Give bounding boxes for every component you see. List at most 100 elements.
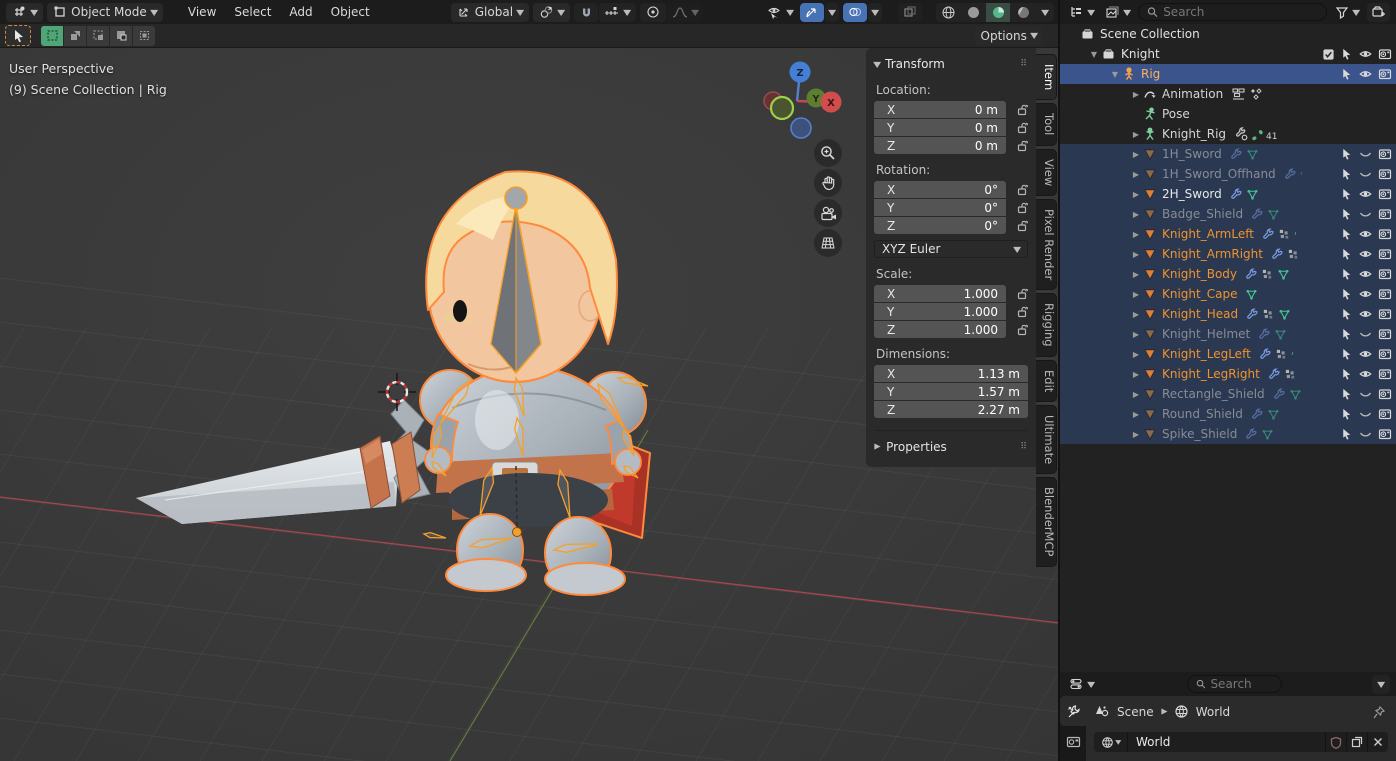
dimensions-y-field[interactable]: Y1.57 m bbox=[874, 383, 1028, 400]
selectable-toggle[interactable] bbox=[1340, 307, 1353, 321]
expand-chevron-icon[interactable]: ▶ bbox=[1129, 170, 1143, 179]
snap-toggle[interactable] bbox=[574, 3, 598, 22]
menu-object[interactable]: Object bbox=[324, 3, 377, 22]
hide-viewport-toggle[interactable] bbox=[1358, 227, 1373, 241]
properties-editor-type-button[interactable]: ▼ bbox=[1066, 675, 1097, 694]
options-dropdown[interactable]: Options ▼ bbox=[975, 26, 1043, 45]
toggle-ortho-button[interactable] bbox=[814, 229, 842, 257]
object-name[interactable]: Knight_LegRight bbox=[1162, 367, 1260, 381]
navigation-gizmo[interactable]: Z Y X bbox=[752, 52, 848, 148]
zoom-button[interactable] bbox=[814, 139, 842, 167]
gizmos-dropdown[interactable]: ▼ bbox=[825, 3, 839, 22]
object-name[interactable]: Animation bbox=[1162, 87, 1223, 101]
sidebar-tab-edit[interactable]: Edit bbox=[1036, 360, 1057, 402]
outliner-search-input[interactable] bbox=[1163, 5, 1318, 19]
selectable-toggle[interactable] bbox=[1340, 187, 1353, 201]
dimensions-z-field[interactable]: Z2.27 m bbox=[874, 401, 1028, 418]
expand-chevron-icon[interactable]: ▶ bbox=[1129, 190, 1143, 199]
hide-viewport-toggle[interactable] bbox=[1358, 267, 1373, 281]
hide-viewport-toggle[interactable] bbox=[1358, 347, 1373, 361]
hide-render-toggle[interactable] bbox=[1378, 47, 1392, 61]
hide-render-toggle[interactable] bbox=[1378, 407, 1392, 421]
hide-viewport-toggle[interactable] bbox=[1358, 167, 1373, 181]
world-browse-button[interactable]: ▼ bbox=[1094, 732, 1128, 752]
expand-chevron-icon[interactable]: ▶ bbox=[1129, 130, 1143, 139]
object-name[interactable]: Knight_ArmRight bbox=[1162, 247, 1263, 261]
expand-chevron-icon[interactable]: ▶ bbox=[1129, 250, 1143, 259]
editor-type-button[interactable]: ▼ bbox=[6, 3, 43, 22]
pin-icon[interactable] bbox=[1372, 705, 1386, 720]
object-name[interactable]: Round_Shield bbox=[1162, 407, 1243, 421]
selectable-toggle[interactable] bbox=[1340, 407, 1353, 421]
expand-chevron-icon[interactable]: ▼ bbox=[1108, 70, 1122, 79]
hide-viewport-toggle[interactable] bbox=[1358, 307, 1373, 321]
tab-tool[interactable] bbox=[1060, 696, 1086, 726]
rotation-y-field[interactable]: Y0° bbox=[874, 199, 1006, 216]
object-name[interactable]: Knight_Rig bbox=[1162, 127, 1226, 141]
selectable-toggle[interactable] bbox=[1340, 427, 1353, 441]
selectable-toggle[interactable] bbox=[1340, 387, 1353, 401]
viewport-3d[interactable]: ▼ Object Mode ▼ View Select Add Object G… bbox=[0, 0, 1060, 761]
object-name[interactable]: Rectangle_Shield bbox=[1162, 387, 1265, 401]
hide-render-toggle[interactable] bbox=[1378, 287, 1392, 301]
expand-chevron-icon[interactable]: ▼ bbox=[1087, 50, 1101, 59]
hide-render-toggle[interactable] bbox=[1378, 247, 1392, 261]
lock-toggle[interactable] bbox=[1006, 122, 1028, 134]
object-visibility-dropdown[interactable]: ▼ bbox=[764, 3, 796, 22]
tab-render[interactable] bbox=[1060, 726, 1086, 756]
hide-viewport-toggle[interactable] bbox=[1358, 47, 1373, 61]
hide-render-toggle[interactable] bbox=[1378, 167, 1392, 181]
selectable-toggle[interactable] bbox=[1340, 167, 1353, 181]
selectable-toggle[interactable] bbox=[1340, 267, 1353, 281]
pivot-point-dropdown[interactable]: ▼ bbox=[533, 3, 570, 22]
expand-chevron-icon[interactable]: ▶ bbox=[1129, 230, 1143, 239]
selectable-toggle[interactable] bbox=[1340, 327, 1353, 341]
outliner-row-knight-legleft[interactable]: ▶Knight_LegLeft bbox=[1060, 344, 1396, 364]
pan-button[interactable] bbox=[814, 169, 842, 197]
object-name[interactable]: Knight_Body bbox=[1162, 267, 1237, 281]
selectable-toggle[interactable] bbox=[1340, 287, 1353, 301]
hide-viewport-toggle[interactable] bbox=[1358, 407, 1373, 421]
hide-viewport-toggle[interactable] bbox=[1358, 367, 1373, 381]
expand-chevron-icon[interactable]: ▶ bbox=[1129, 410, 1143, 419]
hide-render-toggle[interactable] bbox=[1378, 387, 1392, 401]
object-name[interactable]: Knight_ArmLeft bbox=[1162, 227, 1254, 241]
sidebar-tab-item[interactable]: Item bbox=[1036, 54, 1057, 100]
hide-viewport-toggle[interactable] bbox=[1358, 187, 1373, 201]
selectable-toggle[interactable] bbox=[1340, 347, 1353, 361]
properties-search[interactable] bbox=[1187, 675, 1283, 693]
outliner-row-knight-rig[interactable]: ▶Knight_Rig41 bbox=[1060, 124, 1396, 144]
lock-toggle[interactable] bbox=[1006, 104, 1028, 116]
show-overlays-toggle[interactable] bbox=[843, 3, 867, 22]
rotation-mode-dropdown[interactable]: XYZ Euler ▼ bbox=[874, 240, 1028, 258]
hide-viewport-toggle[interactable] bbox=[1358, 147, 1373, 161]
hide-render-toggle[interactable] bbox=[1378, 307, 1392, 321]
panel-drag-dots[interactable]: ⠿ bbox=[1020, 442, 1028, 452]
selectable-toggle[interactable] bbox=[1340, 47, 1353, 61]
overlays-dropdown[interactable]: ▼ bbox=[868, 3, 882, 22]
unlink-button[interactable] bbox=[1367, 732, 1388, 752]
expand-chevron-icon[interactable]: ▶ bbox=[1129, 390, 1143, 399]
world-name-field[interactable]: World bbox=[1128, 732, 1325, 752]
new-datablock-button[interactable] bbox=[1346, 732, 1367, 752]
sidebar-tab-ultimate[interactable]: Ultimate bbox=[1036, 405, 1057, 474]
hide-render-toggle[interactable] bbox=[1378, 67, 1392, 81]
selectable-toggle[interactable] bbox=[1340, 207, 1353, 221]
lock-toggle[interactable] bbox=[1006, 306, 1028, 318]
object-name[interactable]: 2H_Sword bbox=[1162, 187, 1222, 201]
outliner-search[interactable] bbox=[1138, 3, 1327, 21]
hide-render-toggle[interactable] bbox=[1378, 187, 1392, 201]
hide-viewport-toggle[interactable] bbox=[1358, 427, 1373, 441]
hide-render-toggle[interactable] bbox=[1378, 227, 1392, 241]
properties-options-button[interactable]: ▼ bbox=[1372, 675, 1390, 694]
object-name[interactable]: Pose bbox=[1162, 107, 1190, 121]
outliner-display-mode-button[interactable]: ▼ bbox=[1102, 3, 1133, 22]
select-subtract-button[interactable] bbox=[87, 26, 109, 46]
transform-panel-header[interactable]: ▼ Transform ⠿ bbox=[874, 54, 1028, 74]
shading-solid-button[interactable] bbox=[961, 3, 985, 22]
outliner-row-1h-sword-offhand[interactable]: ▶1H_Sword_Offhand bbox=[1060, 164, 1396, 184]
gizmo-axis-neg-y[interactable] bbox=[771, 97, 793, 119]
expand-chevron-icon[interactable]: ▶ bbox=[1129, 430, 1143, 439]
hide-render-toggle[interactable] bbox=[1378, 347, 1392, 361]
scale-y-field[interactable]: Y1.000 bbox=[874, 303, 1006, 320]
